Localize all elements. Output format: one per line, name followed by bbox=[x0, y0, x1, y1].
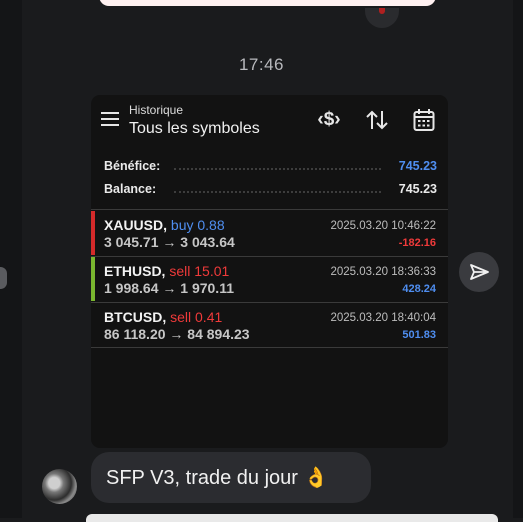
trade-date: 2025.03.20 18:40:04 bbox=[330, 312, 436, 324]
trade-row: XAUUSD, buy 0.88 3 045.71 → 3 043.64 202… bbox=[91, 210, 448, 255]
gain-indicator bbox=[91, 257, 95, 301]
next-message-bubble bbox=[86, 514, 498, 522]
trade-profit: -182.16 bbox=[398, 237, 436, 249]
trade-side: buy 0.88 bbox=[170, 217, 225, 233]
trade-side: sell 15.01 bbox=[169, 263, 230, 279]
trade-row: ETHUSD, sell 15.01 1 998.64 → 1 970.11 2… bbox=[91, 256, 448, 301]
trade-side: sell 0.41 bbox=[170, 309, 223, 325]
balance-row: Balance: 745.23 bbox=[104, 180, 437, 200]
balance-value: 745.23 bbox=[398, 182, 437, 196]
trade-profit: 501.83 bbox=[402, 329, 436, 341]
right-panel-edge bbox=[513, 0, 523, 518]
trade-prices: 1 998.64 → 1 970.11 bbox=[104, 280, 234, 296]
profit-label: Bénéfice: bbox=[104, 159, 161, 173]
app-header: Historique Tous les symboles ‹$› bbox=[91, 95, 448, 147]
divider bbox=[91, 347, 448, 348]
header-subtitle: Historique bbox=[129, 103, 184, 117]
trade-row: BTCUSD, sell 0.41 86 118.20 → 84 894.23 … bbox=[91, 302, 448, 347]
trade-date: 2025.03.20 18:36:33 bbox=[330, 266, 436, 278]
trade-prices: 86 118.20 → 84 894.23 bbox=[104, 326, 250, 342]
message-timestamp: 17:46 bbox=[238, 55, 285, 74]
left-scroll-handle[interactable] bbox=[0, 267, 7, 289]
header-title: Tous les symboles bbox=[129, 120, 260, 137]
left-panel-edge bbox=[0, 0, 22, 518]
trade-date: 2025.03.20 10:46:22 bbox=[330, 220, 436, 232]
trade-symbol: BTCUSD, bbox=[104, 309, 167, 325]
profit-value: 745.23 bbox=[398, 159, 437, 173]
avatar[interactable] bbox=[42, 469, 77, 504]
trade-symbol: ETHUSD, bbox=[104, 263, 166, 279]
menu-icon bbox=[101, 112, 119, 126]
forward-button[interactable] bbox=[459, 252, 499, 292]
dotted-leader bbox=[174, 168, 381, 170]
trade-symbol: XAUUSD, bbox=[104, 217, 168, 233]
dotted-leader bbox=[174, 191, 381, 193]
balance-label: Balance: bbox=[104, 182, 157, 196]
sort-icon bbox=[366, 110, 388, 130]
trade-prices: 3 045.71 → 3 043.64 bbox=[104, 234, 235, 250]
calendar-icon bbox=[413, 109, 435, 131]
message-text: SFP V3, trade du jour 👌 bbox=[106, 467, 329, 489]
trade-profit: 428.24 bbox=[402, 283, 436, 295]
trade-history-screenshot[interactable]: Historique Tous les symboles ‹$› Bénéfic… bbox=[91, 95, 448, 448]
dollar-exchange-icon: ‹$› bbox=[317, 109, 341, 130]
loss-indicator bbox=[91, 211, 95, 255]
reaction-icon bbox=[379, 8, 385, 14]
profit-row: Bénéfice: 745.23 bbox=[104, 157, 437, 177]
send-icon bbox=[470, 264, 489, 280]
message-bubble[interactable]: SFP V3, trade du jour 👌 bbox=[91, 452, 371, 503]
previous-message-reaction[interactable] bbox=[365, 8, 399, 28]
previous-message-bubble bbox=[99, 0, 436, 6]
